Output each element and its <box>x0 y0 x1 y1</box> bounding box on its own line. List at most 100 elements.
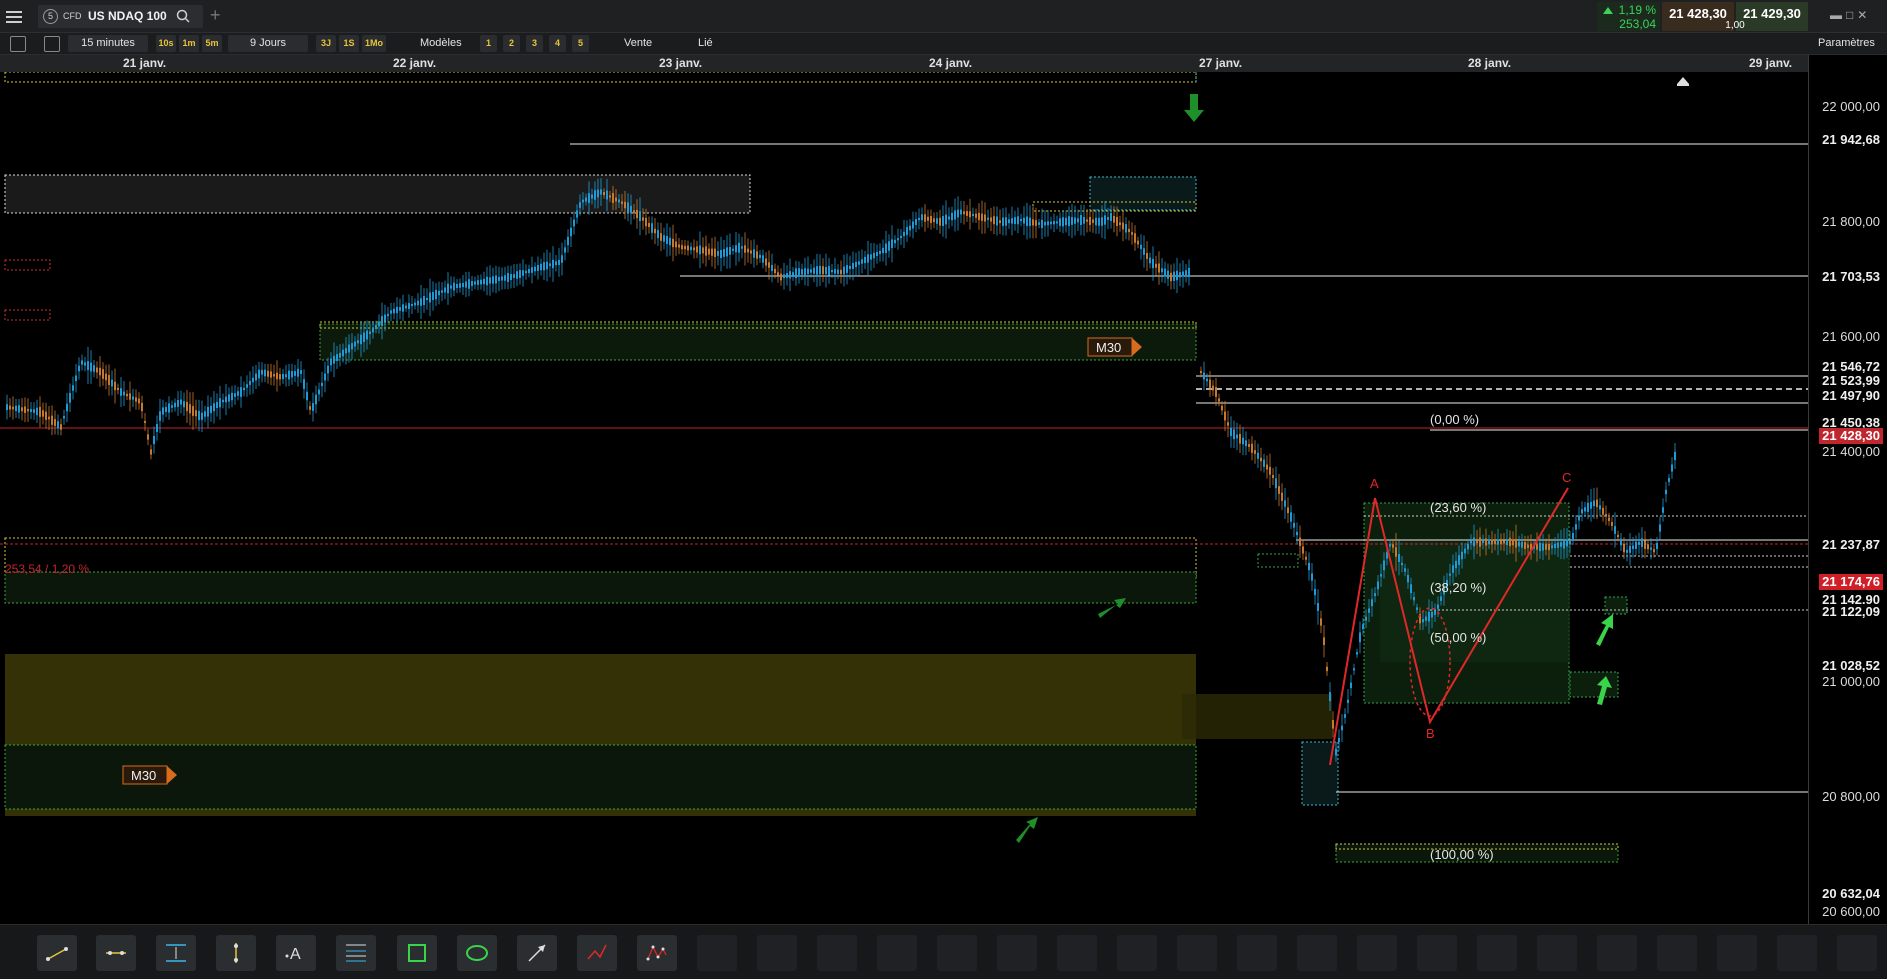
pattern-icon[interactable] <box>637 935 677 971</box>
candle-body <box>1149 257 1151 264</box>
minimize-icon[interactable]: ▬ <box>1830 8 1842 22</box>
abc-label-b: B <box>1426 726 1435 741</box>
candle-body <box>852 262 854 270</box>
interval-10s[interactable]: 10s <box>156 35 176 52</box>
candle-body <box>1287 507 1289 514</box>
ask-price: 21 429,30 <box>1743 6 1801 21</box>
polyline-icon[interactable] <box>577 935 617 971</box>
interval-select[interactable]: 15 minutes <box>68 35 148 52</box>
empty-tool-slot[interactable] <box>1597 935 1637 971</box>
candle-body <box>1230 427 1232 437</box>
chart-canvas[interactable]: A B C (0,00 %) (23,60 %) (38,20 %) (50,0… <box>0 72 1808 924</box>
candle-body <box>180 399 182 405</box>
empty-tool-slot[interactable] <box>1657 935 1697 971</box>
candle-body <box>1335 748 1337 756</box>
candle-body <box>648 223 650 227</box>
interval-5m[interactable]: 5m <box>202 35 222 52</box>
empty-tool-slot[interactable] <box>1057 935 1097 971</box>
candle-body <box>582 199 584 203</box>
alert-marker-icon[interactable] <box>1677 77 1689 86</box>
range-1mo[interactable]: 1Mo <box>362 35 386 52</box>
candle-body <box>366 330 368 340</box>
candle-body <box>801 269 803 275</box>
candle-body <box>1314 588 1316 596</box>
candle-body <box>1545 544 1547 550</box>
empty-tool-slot[interactable] <box>1177 935 1217 971</box>
empty-tool-slot[interactable] <box>1777 935 1817 971</box>
vertical-line-icon[interactable] <box>216 935 256 971</box>
candle-body <box>354 341 356 347</box>
templates-label[interactable]: Modèles <box>420 35 462 52</box>
candle-body <box>57 421 59 429</box>
template-slot-4[interactable]: 4 <box>549 35 566 52</box>
candle-body <box>255 373 257 381</box>
template-slot-3[interactable]: 3 <box>526 35 543 52</box>
arrow-icon[interactable] <box>517 935 557 971</box>
empty-tool-slot[interactable] <box>997 935 1037 971</box>
link-label[interactable]: Lié <box>698 35 713 52</box>
empty-tool-slot[interactable] <box>757 935 797 971</box>
empty-tool-slot[interactable] <box>877 935 917 971</box>
candle-body <box>1578 515 1580 521</box>
empty-tool-slot[interactable] <box>1477 935 1517 971</box>
range-select[interactable]: 9 Jours <box>228 35 308 52</box>
candle-body <box>738 242 740 253</box>
empty-tool-slot[interactable] <box>1537 935 1577 971</box>
trend-line-icon[interactable] <box>37 935 77 971</box>
symbol-tab[interactable]: 5 CFD US NDAQ 100 <box>38 5 203 28</box>
candle-body <box>1353 668 1355 671</box>
empty-tool-slot[interactable] <box>1297 935 1337 971</box>
candle-body <box>1188 267 1190 278</box>
close-icon[interactable]: ✕ <box>1857 8 1867 22</box>
candle-body <box>615 197 617 202</box>
candle-body <box>1395 547 1397 557</box>
candle-body <box>435 289 437 300</box>
candle-body <box>1569 540 1571 545</box>
sell-mode-label[interactable]: Vente <box>624 35 652 52</box>
ellipse-icon[interactable] <box>457 935 497 971</box>
candle-body <box>774 268 776 274</box>
candle-body <box>855 261 857 268</box>
empty-tool-slot[interactable] <box>1837 935 1877 971</box>
candle-body <box>240 387 242 397</box>
template-slot-2[interactable]: 2 <box>503 35 520 52</box>
search-icon[interactable] <box>176 9 190 23</box>
settings-label[interactable]: Paramètres <box>1818 35 1875 52</box>
empty-tool-slot[interactable] <box>697 935 737 971</box>
empty-tool-slot[interactable] <box>1237 935 1277 971</box>
candle-body <box>204 411 206 417</box>
template-slot-1[interactable]: 1 <box>480 35 497 52</box>
candle-body <box>1305 556 1307 560</box>
range-3j[interactable]: 3J <box>316 35 336 52</box>
interval-1m[interactable]: 1m <box>179 35 199 52</box>
candle-body <box>1536 544 1538 550</box>
empty-tool-slot[interactable] <box>817 935 857 971</box>
candle-body <box>1206 378 1208 382</box>
single-layout-icon[interactable] <box>10 36 26 52</box>
empty-tool-slot[interactable] <box>937 935 977 971</box>
empty-tool-slot[interactable] <box>1117 935 1157 971</box>
candle-body <box>525 270 527 274</box>
range-1s[interactable]: 1S <box>339 35 359 52</box>
empty-tool-slot[interactable] <box>1357 935 1397 971</box>
menu-icon[interactable] <box>6 8 22 24</box>
candle-body <box>12 406 14 410</box>
green-zone-lower <box>4 744 1197 810</box>
add-tab-icon[interactable]: + <box>210 6 221 24</box>
price-range-icon[interactable] <box>156 935 196 971</box>
candle-body <box>1038 222 1040 225</box>
candle-body <box>450 285 452 289</box>
maximize-icon[interactable]: □ <box>1846 8 1853 22</box>
candle-body <box>39 406 41 417</box>
template-slot-5[interactable]: 5 <box>572 35 589 52</box>
candle-body <box>699 245 701 255</box>
grid-layout-icon[interactable] <box>44 36 60 52</box>
fib-label-0: (0,00 %) <box>1430 412 1479 427</box>
text-annotation-icon[interactable]: A <box>276 935 316 971</box>
horizontal-line-icon[interactable] <box>96 935 136 971</box>
empty-tool-slot[interactable] <box>1417 935 1457 971</box>
candle-body <box>69 392 71 403</box>
fibonacci-icon[interactable] <box>336 935 376 971</box>
rectangle-icon[interactable] <box>397 935 437 971</box>
empty-tool-slot[interactable] <box>1717 935 1757 971</box>
